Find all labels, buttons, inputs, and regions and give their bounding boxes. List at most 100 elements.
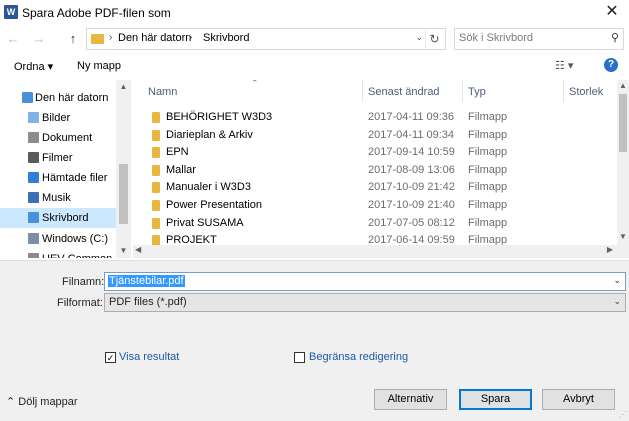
column-divider[interactable]: [462, 80, 463, 102]
title-bar: W Spara Adobe PDF-filen som ✕: [0, 0, 629, 26]
filename-value[interactable]: Tjänstebilar.pdf: [108, 275, 185, 287]
videos-icon: [28, 152, 39, 163]
folder-icon: [91, 34, 104, 44]
search-box[interactable]: ⚲: [454, 28, 624, 50]
file-name: Manualer i W3D3: [166, 181, 251, 194]
sidebar-item-den-här-datorn[interactable]: Den här datorn: [0, 88, 116, 108]
scroll-down-icon[interactable]: ▼: [617, 232, 629, 241]
scroll-thumb[interactable]: [119, 164, 128, 224]
sidebar-item-hämtade-filer[interactable]: Hämtade filer: [0, 168, 116, 188]
file-name: Privat SUSAMA: [166, 216, 244, 229]
column-divider[interactable]: [362, 80, 363, 102]
table-row[interactable]: Power Presentation 2017-10-09 21:40 Filmap…: [133, 197, 617, 214]
scroll-up-icon[interactable]: ▲: [116, 82, 131, 91]
help-icon[interactable]: ?: [604, 58, 618, 72]
scroll-up-icon[interactable]: ▲: [617, 81, 629, 90]
restrict-editing-label[interactable]: Begränsa redigering: [309, 351, 408, 363]
close-button[interactable]: ✕: [595, 0, 629, 26]
chevron-down-icon[interactable]: ⌄: [415, 32, 423, 43]
restrict-editing-checkbox[interactable]: [294, 352, 305, 363]
scroll-right-icon[interactable]: ▶: [607, 245, 613, 254]
drive-icon: [28, 233, 39, 244]
show-result-label[interactable]: Visa resultat: [119, 351, 179, 363]
scroll-left-icon[interactable]: ◀: [135, 245, 141, 254]
sidebar-item-filmer[interactable]: Filmer: [0, 148, 116, 168]
file-list-scrollbar[interactable]: ▲ ▼: [617, 80, 629, 245]
file-name: Mallar: [166, 163, 196, 176]
hide-folders-button[interactable]: ⌃ Dölj mappar: [6, 395, 78, 408]
table-row[interactable]: Diarieplan & Arkiv 2017-04-11 09:34 Filmap…: [133, 127, 617, 144]
folder-icon: [152, 129, 160, 141]
sidebar-item-bilder[interactable]: Bilder: [0, 108, 116, 128]
column-divider[interactable]: [563, 80, 564, 102]
forward-button[interactable]: →: [28, 28, 50, 50]
breadcrumb-separator: ›: [109, 32, 113, 43]
sidebar-item-label: Den här datorn: [35, 92, 109, 104]
file-list: ⌃ Namn Senast ändrad Typ Storlek BEHÖRIG…: [133, 80, 629, 258]
file-type: Filmapp: [468, 199, 508, 211]
refresh-button[interactable]: ↻: [425, 30, 443, 48]
column-name[interactable]: Namn: [148, 86, 177, 98]
file-type: Filmapp: [468, 181, 508, 194]
scroll-down-icon[interactable]: ▼: [116, 246, 131, 255]
horizontal-scrollbar[interactable]: ◀ ▶: [133, 245, 629, 258]
sidebar-item-windows-c[interactable]: Windows (C:): [0, 229, 116, 249]
breadcrumb-separator[interactable]: ›: [189, 32, 192, 43]
organize-button[interactable]: Ordna ▾: [14, 60, 53, 73]
file-type: Filmapp: [468, 163, 508, 176]
column-size[interactable]: Storlek: [569, 86, 603, 98]
file-type: Filmapp: [468, 128, 508, 141]
view-options-button[interactable]: ☷ ▾: [555, 59, 573, 72]
chevron-down-icon[interactable]: ⌄: [613, 296, 621, 307]
new-folder-button[interactable]: Ny mapp: [77, 60, 121, 72]
sidebar-item-skrivbord[interactable]: Skrivbord: [0, 208, 116, 228]
sidebar-item-musik[interactable]: Musik: [0, 188, 116, 208]
scroll-thumb[interactable]: [619, 94, 627, 152]
sidebar-item-uev-common[interactable]: UEV-Common (\: [0, 249, 122, 258]
save-button[interactable]: Spara: [459, 389, 532, 410]
sidebar-item-label: Skrivbord: [42, 212, 89, 224]
file-date: 2017-07-05 08:12: [368, 216, 455, 229]
file-date: 2017-04-11 09:34: [368, 128, 455, 141]
search-icon[interactable]: ⚲: [611, 31, 619, 44]
address-row: ← → ↑ › Den här datorn › Skrivbord ⌄ ↻ ⚲: [0, 26, 629, 52]
navigation-pane: Den här datorn Bilder Dokument Filmer Hämtad…: [0, 80, 131, 258]
folder-icon: [152, 164, 160, 176]
file-date: 2017-09-14 10:59: [368, 146, 455, 159]
save-form: Filnamn: Tjänstebilar.pdf ⌄ Filformat: P…: [0, 260, 629, 421]
column-type[interactable]: Typ: [468, 86, 486, 98]
window-title: Spara Adobe PDF-filen som: [22, 6, 171, 20]
sidebar-item-label: UEV-Common (\: [42, 249, 122, 258]
cancel-button[interactable]: Avbryt: [542, 389, 615, 410]
filename-field[interactable]: Tjänstebilar.pdf ⌄: [104, 272, 626, 291]
filename-label: Filnamn:: [62, 276, 105, 288]
table-row[interactable]: Privat SUSAMA 2017-07-05 08:12 Filmapp: [133, 215, 617, 232]
file-format-select[interactable]: PDF files (*.pdf) ⌄: [104, 293, 626, 312]
table-row[interactable]: Mallar 2017-08-09 13:06 Filmapp: [133, 162, 617, 179]
search-input[interactable]: [459, 32, 599, 44]
file-date: 2017-10-09 21:40: [368, 199, 455, 211]
file-name: BEHÖRIGHET W3D3: [166, 111, 273, 123]
back-button[interactable]: ←: [2, 28, 24, 50]
documents-icon: [28, 132, 39, 143]
chevron-down-icon[interactable]: ⌄: [613, 275, 621, 286]
options-button[interactable]: Alternativ: [374, 389, 447, 410]
sidebar-item-dokument[interactable]: Dokument: [0, 128, 116, 148]
table-row[interactable]: BEHÖRIGHET W3D3 2017-04-11 09:36 Filmapp: [133, 109, 617, 126]
breadcrumb-desktop[interactable]: Skrivbord: [203, 32, 249, 44]
up-button[interactable]: ↑: [62, 28, 84, 50]
breadcrumb-this-pc[interactable]: Den här datorn: [118, 32, 191, 44]
file-date: 2017-04-11 09:36: [368, 111, 455, 123]
address-bar[interactable]: › Den här datorn › Skrivbord ⌄ ↻: [86, 28, 446, 50]
show-result-checkbox[interactable]: ✓: [105, 352, 116, 363]
column-date-modified[interactable]: Senast ändrad: [368, 86, 440, 98]
table-row[interactable]: EPN 2017-09-14 10:59 Filmapp: [133, 144, 617, 161]
file-type: Filmapp: [468, 111, 508, 123]
music-icon: [28, 192, 39, 203]
command-toolbar: Ordna ▾ Ny mapp ☷ ▾ ?: [0, 55, 629, 79]
sidebar-item-label: Hämtade filer: [42, 172, 108, 184]
table-row[interactable]: Manualer i W3D3 2017-10-09 21:42 Filmapp: [133, 179, 617, 196]
resize-grip[interactable]: ⋰: [619, 410, 627, 419]
file-name: Power Presentation: [166, 199, 262, 211]
nav-scrollbar[interactable]: ▲ ▼: [116, 80, 131, 258]
